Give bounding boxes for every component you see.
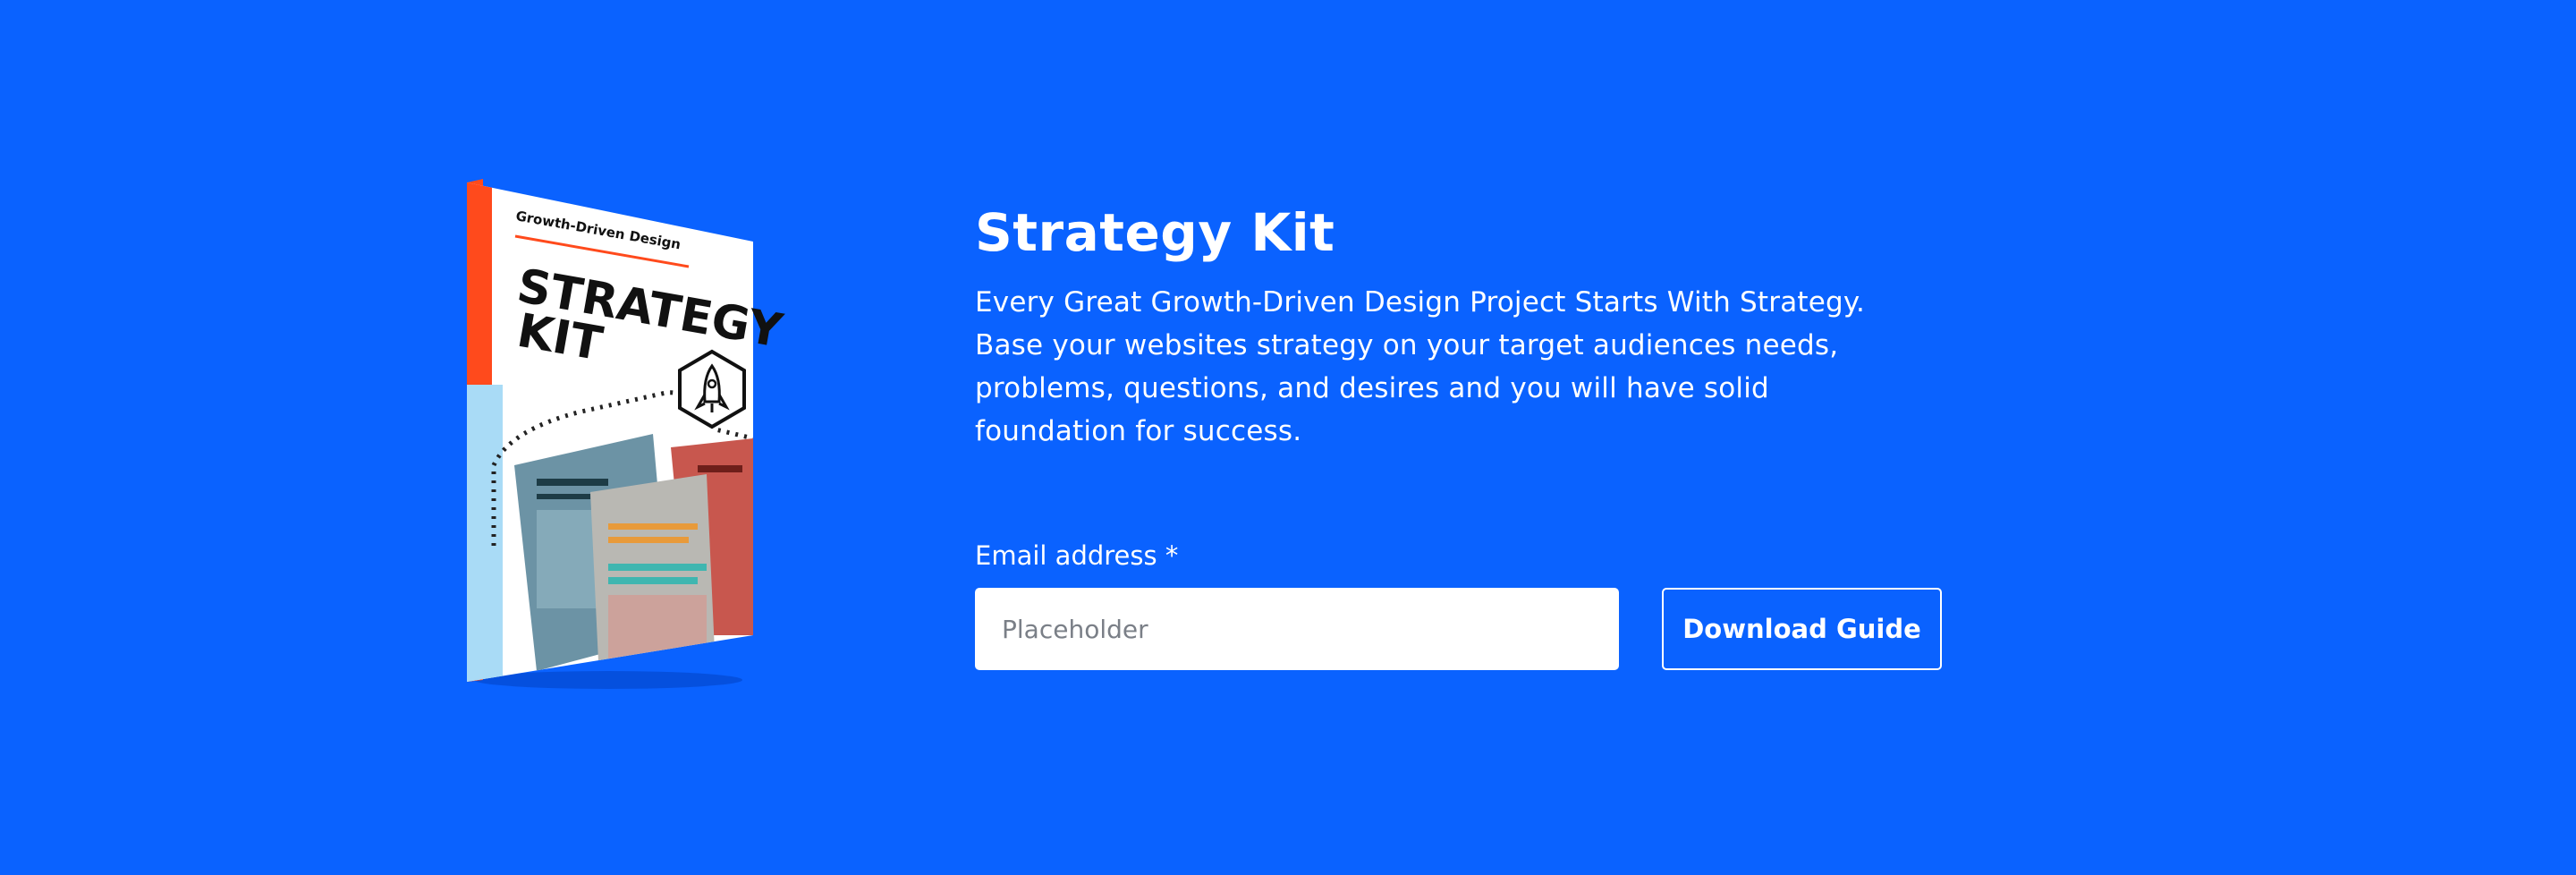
- hero-section: Growth-Driven Design STRATEGY KIT Strate…: [0, 0, 2576, 875]
- download-guide-button[interactable]: Download Guide: [1662, 588, 1942, 670]
- email-label: Email address *: [975, 540, 1179, 571]
- hero-content: Strategy Kit Every Great Growth-Driven D…: [975, 199, 1959, 453]
- page-title: Strategy Kit: [975, 202, 1335, 263]
- hero-description: Every Great Growth-Driven Design Project…: [975, 286, 1866, 447]
- email-field[interactable]: [975, 588, 1619, 670]
- book-cover-image: Growth-Driven Design STRATEGY KIT: [429, 170, 787, 707]
- rocket-icon: [678, 349, 746, 429]
